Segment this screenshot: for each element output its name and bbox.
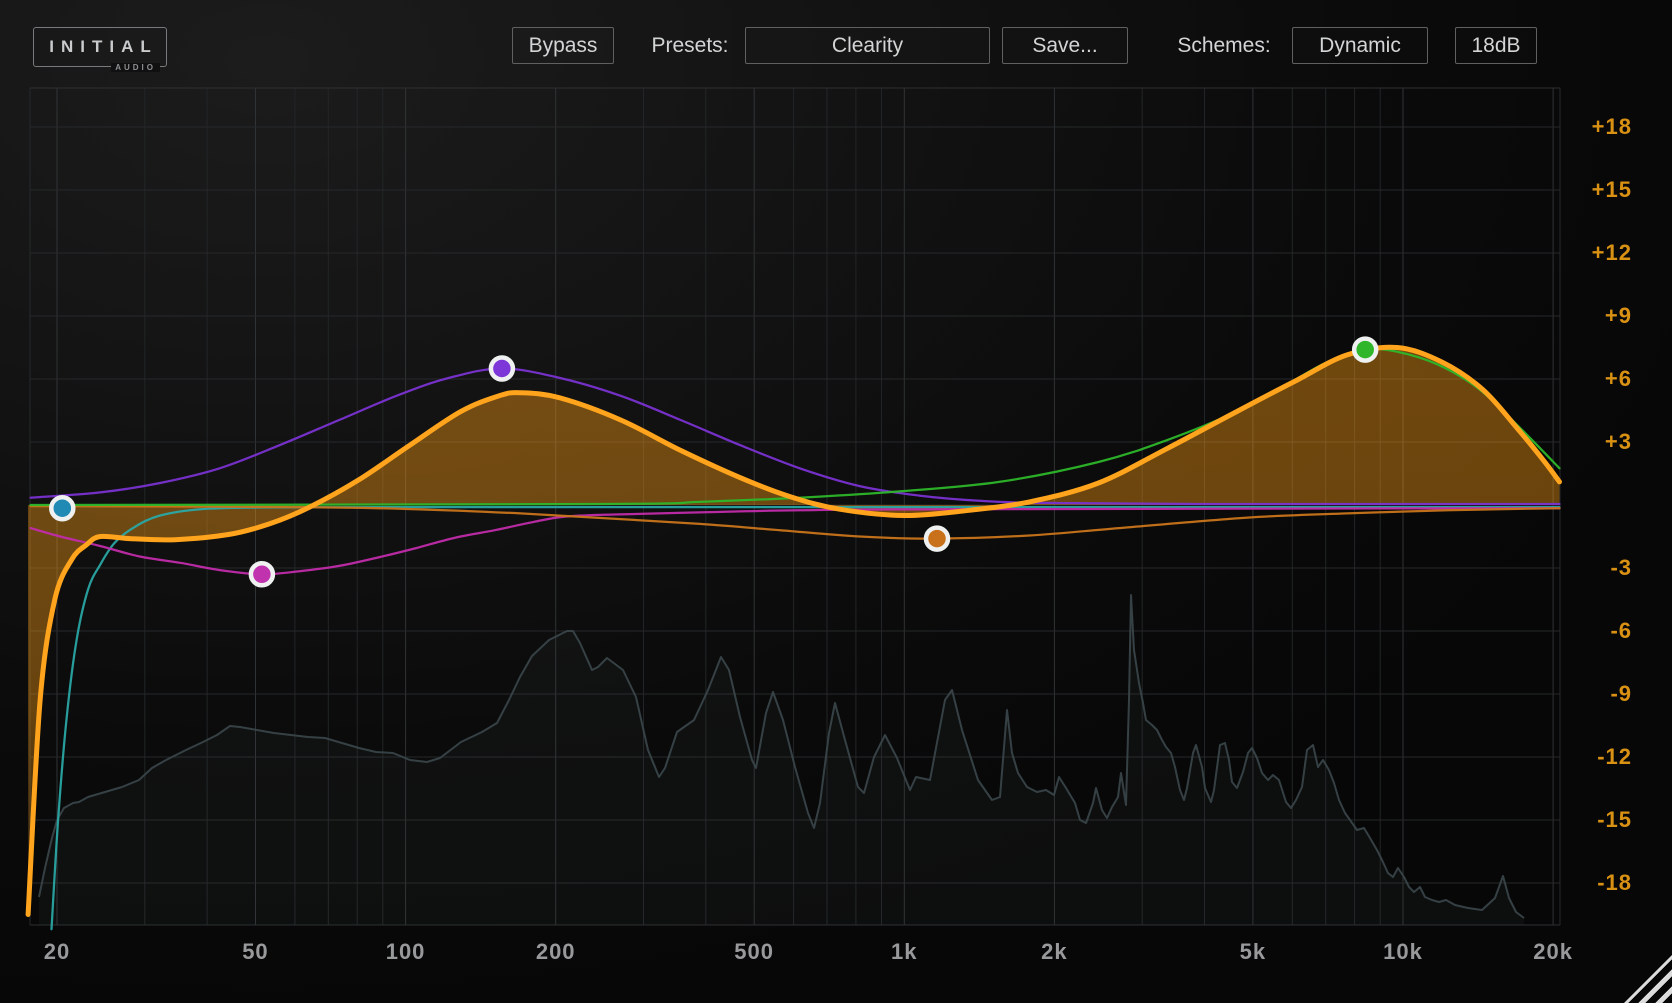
eq-graph <box>0 0 1672 1003</box>
eq-node-himid-bell[interactable] <box>926 528 948 550</box>
eq-node-highpass[interactable] <box>51 497 73 519</box>
spectrum-fill <box>39 595 1524 925</box>
eq-plugin-window: INITIAL AUDIO Bypass Presets: Clearity S… <box>0 0 1672 1003</box>
eq-node-mid-bell[interactable] <box>491 358 513 380</box>
eq-node-low-bell[interactable] <box>251 563 273 585</box>
eq-node-high-bell[interactable] <box>1354 339 1376 361</box>
